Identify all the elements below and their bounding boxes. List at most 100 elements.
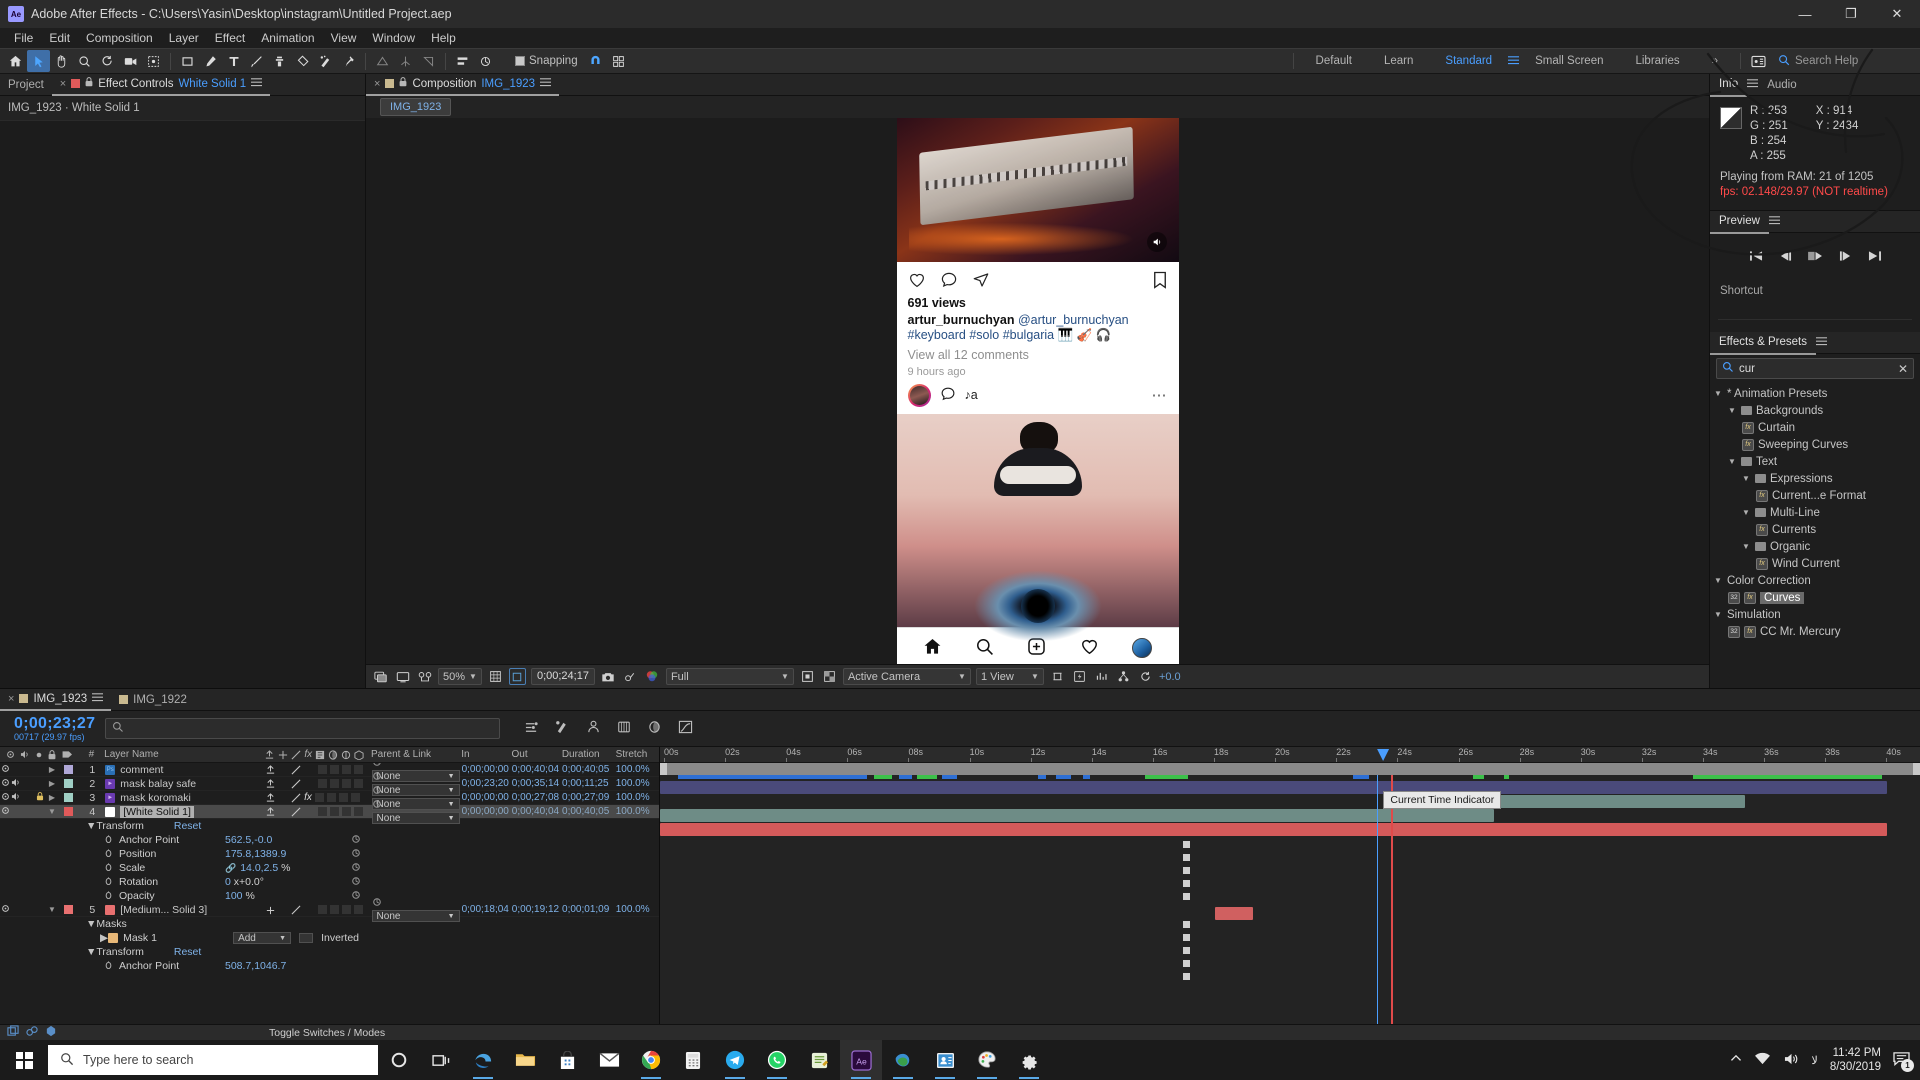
table-row[interactable]: ▶ 1 Ps comment None ▼ 0;00;00;00 0;00;40;04 0;00… xyxy=(0,763,659,782)
previous-frame-button[interactable] xyxy=(1778,250,1793,262)
comp-flowchart-view-icon[interactable] xyxy=(1115,668,1132,685)
motion-blur-footer-icon[interactable] xyxy=(45,1025,57,1040)
pen-tool-icon[interactable] xyxy=(199,50,222,72)
next-frame-button[interactable] xyxy=(1838,250,1853,262)
menu-animation[interactable]: Animation xyxy=(253,28,322,48)
reset-link-2[interactable]: Reset xyxy=(174,946,201,958)
table-row[interactable]: ▼ 4 [White Solid 1] None ▼ 0;00;00;00 0;00;40;… xyxy=(0,800,659,824)
transform-group-row[interactable]: ▼ Transform Reset xyxy=(0,819,659,833)
post-username[interactable]: artur_burnuchyan xyxy=(908,313,1015,327)
layer-switches[interactable] xyxy=(261,806,365,817)
layer-switches-icon[interactable] xyxy=(26,1025,38,1040)
tab-effect-controls[interactable]: × Effect Controls White Solid 1 xyxy=(51,74,271,96)
graph-editor-icon[interactable] xyxy=(678,720,693,737)
maximize-button[interactable]: ❐ xyxy=(1828,0,1874,28)
keyframe-column-2[interactable] xyxy=(1182,921,1190,983)
menu-file[interactable]: File xyxy=(6,28,41,48)
layer-duration-bar[interactable] xyxy=(660,823,1888,836)
snapshot-icon[interactable] xyxy=(600,668,617,685)
lock-icon[interactable] xyxy=(85,77,93,90)
always-preview-icon[interactable] xyxy=(394,668,411,685)
magnet-icon[interactable] xyxy=(584,50,607,72)
pixel-aspect-icon[interactable] xyxy=(1049,668,1066,685)
home-nav-icon[interactable] xyxy=(923,637,942,659)
tab-composition[interactable]: × Composition IMG_1923 xyxy=(366,74,560,96)
timeline-view-icon[interactable] xyxy=(1093,668,1110,685)
taskbar-clock[interactable]: 11:42 PM 8/30/2019 xyxy=(1830,1046,1881,1074)
timeline-tab-img1923[interactable]: × IMG_1923 xyxy=(0,689,112,711)
clear-search-icon[interactable]: ✕ xyxy=(1898,362,1908,376)
axis-local-icon[interactable] xyxy=(371,50,394,72)
parent-select[interactable]: None ▼ xyxy=(371,910,460,922)
winrar-icon[interactable] xyxy=(882,1040,924,1080)
menu-edit[interactable]: Edit xyxy=(41,28,78,48)
parent-cell[interactable]: None ▼ xyxy=(366,799,462,824)
property-row[interactable]: Anchor Point 562.5,-0.0 xyxy=(0,833,659,847)
visibility-toggle[interactable] xyxy=(0,792,10,803)
stopwatch-icon[interactable] xyxy=(104,890,113,902)
property-row[interactable]: Opacity 100 % xyxy=(0,889,659,903)
resolution-select[interactable]: Full ▼ xyxy=(665,668,794,685)
notification-center-icon[interactable]: 1 xyxy=(1893,1051,1914,1072)
layer-switches[interactable]: fx xyxy=(261,792,365,803)
task-view-icon[interactable] xyxy=(420,1040,462,1080)
effects-tree-row[interactable]: fx Current...e Format xyxy=(1710,487,1920,504)
visibility-toggle[interactable] xyxy=(0,764,10,775)
composition-nav-icon[interactable] xyxy=(7,1025,19,1040)
time-ruler[interactable]: 00s 02s 04s 06s 08s 10s 12s 14s 16s 18s 20s 22s 24s 2… xyxy=(660,747,1920,763)
axis-world-icon[interactable] xyxy=(394,50,417,72)
eraser-tool-icon[interactable] xyxy=(291,50,314,72)
telegram-icon[interactable] xyxy=(714,1040,756,1080)
grid-guides-icon[interactable] xyxy=(487,668,504,685)
expand-arrow[interactable]: ▶ xyxy=(47,765,57,774)
keyframe-marker[interactable] xyxy=(1182,893,1190,900)
toggle-switches-modes-label[interactable]: Toggle Switches / Modes xyxy=(269,1027,385,1039)
mask-inverted-checkbox[interactable] xyxy=(299,933,314,943)
hand-tool-icon[interactable] xyxy=(50,50,73,72)
workspace-overflow[interactable]: » xyxy=(1696,48,1734,74)
region-interest-toggle-icon[interactable] xyxy=(799,668,816,685)
effects-tree-row[interactable]: 32 fx Curves xyxy=(1710,589,1920,606)
axis-view-icon[interactable] xyxy=(417,50,440,72)
mail-icon[interactable] xyxy=(588,1040,630,1080)
pan-behind-tool-icon[interactable] xyxy=(142,50,165,72)
tab-audio[interactable]: Audio xyxy=(1758,74,1805,96)
menu-effect[interactable]: Effect xyxy=(207,28,253,48)
like-icon[interactable] xyxy=(908,271,926,292)
layer-switches[interactable] xyxy=(261,764,365,775)
layer-switches[interactable] xyxy=(261,905,365,915)
effects-tree-row[interactable]: ▼ Simulation xyxy=(1710,606,1920,623)
breadcrumb-comp-name[interactable]: IMG_1923 xyxy=(380,98,452,116)
expand-arrow[interactable]: ▼ xyxy=(47,807,57,816)
keyframe-marker[interactable] xyxy=(1182,921,1190,928)
snapping-toggle[interactable]: Snapping xyxy=(515,55,578,67)
comment-icon[interactable] xyxy=(940,271,958,292)
stopwatch-icon[interactable] xyxy=(104,876,113,888)
effects-search-box[interactable]: ✕ xyxy=(1716,358,1914,379)
composition-viewport[interactable]: 691 views artur_burnuchyan @artur_burnuc… xyxy=(366,118,1709,664)
post-hashtags[interactable]: #keyboard #solo #bulgaria xyxy=(908,328,1055,342)
preview-panel-menu-icon[interactable] xyxy=(1768,215,1780,228)
exposure-reset-icon[interactable] xyxy=(1137,668,1154,685)
home-icon[interactable] xyxy=(4,50,27,72)
search-help-box[interactable]: Search Help xyxy=(1770,54,1920,69)
microsoft-store-icon[interactable] xyxy=(546,1040,588,1080)
motion-blur-icon[interactable] xyxy=(647,720,662,737)
parent-select[interactable]: None ▼ xyxy=(371,812,460,824)
show-hidden-icons-chevron[interactable] xyxy=(1730,1054,1742,1067)
stopwatch-icon[interactable] xyxy=(104,960,113,972)
tab-effects-presets[interactable]: Effects & Presets xyxy=(1710,331,1816,355)
bookmark-icon[interactable] xyxy=(1152,271,1168,292)
mask-row[interactable]: ▶ Mask 1 Add ▼ Inverted xyxy=(0,931,659,945)
roto-brush-tool-icon[interactable] xyxy=(314,50,337,72)
chevron-down-icon[interactable]: ▼ xyxy=(1742,474,1751,483)
transform-group-row-2[interactable]: ▼ Transform Reset xyxy=(0,945,659,959)
effects-tree-row[interactable]: ▼ Backgrounds xyxy=(1710,402,1920,419)
workspace-default[interactable]: Default xyxy=(1300,48,1368,74)
channel-rgb-icon[interactable] xyxy=(644,668,661,685)
effects-tree-row[interactable]: ▼ * Animation Presets xyxy=(1710,385,1920,402)
chevron-down-icon[interactable]: ▼ xyxy=(1714,389,1723,398)
zoom-level-select[interactable]: 50% ▼ xyxy=(438,668,482,685)
chevron-down-icon[interactable]: ▼ xyxy=(1728,457,1737,466)
puppet-pin-tool-icon[interactable] xyxy=(337,50,360,72)
